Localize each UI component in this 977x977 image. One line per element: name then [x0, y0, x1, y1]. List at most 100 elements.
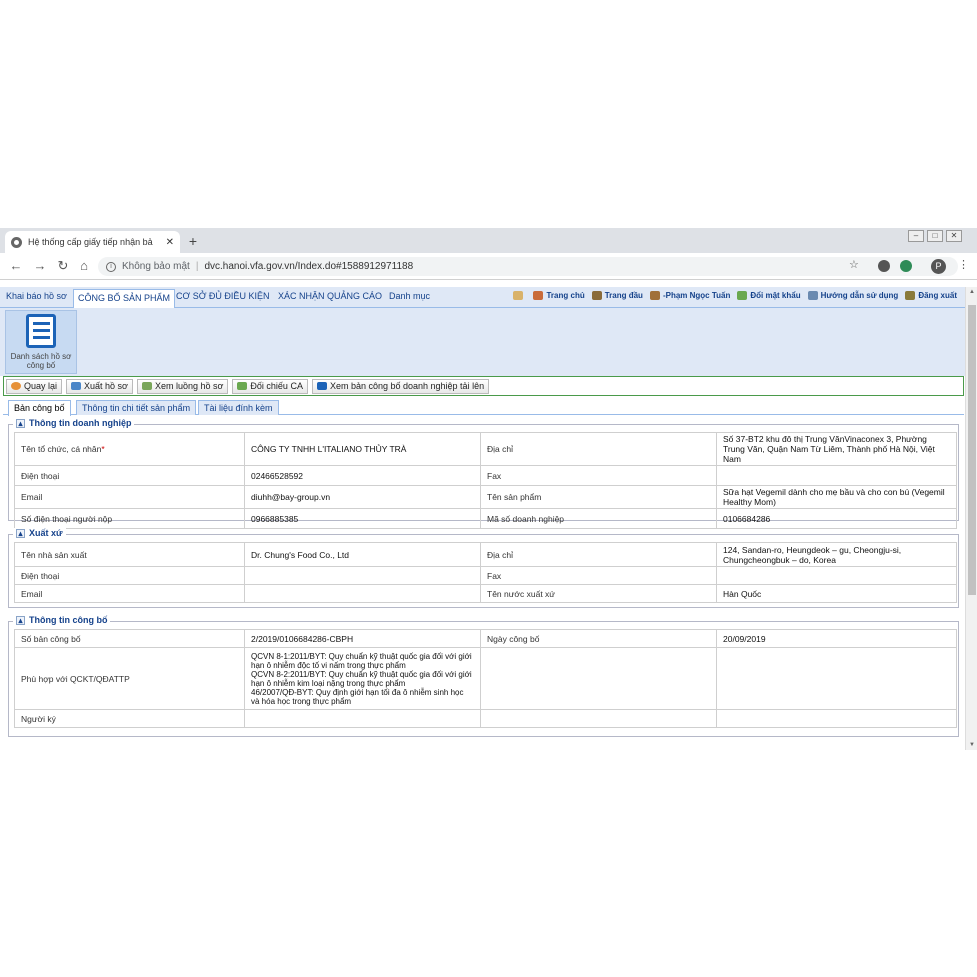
field-value — [716, 647, 957, 710]
table-row: Phù hợp với QCKT/QĐATTP QCVN 8-1:2011/BY… — [14, 647, 957, 710]
url-input[interactable]: i Không bảo mật | dvc.hanoi.vfa.gov.vn/I… — [98, 257, 958, 276]
scrollbar-thumb[interactable] — [968, 305, 976, 595]
scroll-up-icon[interactable]: ▲ — [966, 287, 977, 297]
field-value: 20/09/2019 — [716, 629, 957, 648]
content-area: ▴ Thông tin doanh nghiệp Tên tổ chức, cá… — [0, 416, 965, 750]
tab-khai-bao-ho-so[interactable]: Khai báo hồ sơ — [6, 291, 67, 301]
back-button-label: Quay lại — [24, 381, 58, 391]
nav-huong-dan[interactable]: Hướng dẫn sử dụng — [807, 291, 898, 300]
address-separator: | — [195, 261, 199, 272]
table-row: Tên nhà sản xuất Dr. Chung's Food Co., L… — [14, 542, 957, 567]
collapse-icon[interactable]: ▴ — [16, 418, 25, 428]
minimize-icon[interactable]: – — [908, 230, 924, 242]
tab-danh-muc[interactable]: Danh mục — [389, 291, 430, 301]
field-value: QCVN 8-1:2011/BYT: Quy chuẩn kỹ thuật qu… — [244, 647, 481, 710]
field-label — [480, 709, 717, 728]
field-label: Địa chỉ — [480, 432, 717, 466]
star-icon[interactable]: ☆ — [849, 258, 859, 271]
back-arrow-icon[interactable]: ← — [8, 258, 24, 274]
collapse-icon[interactable]: ▴ — [16, 615, 25, 625]
tab-ban-cong-bo[interactable]: Bản công bố — [8, 400, 71, 416]
new-tab-button[interactable]: + — [184, 233, 202, 251]
field-label: Email — [14, 584, 245, 603]
view-flow-button[interactable]: Xem luồng hồ sơ — [136, 378, 229, 394]
field-label: Người ký — [14, 709, 245, 728]
table-row: Email Tên nước xuất xứ Hàn Quốc — [14, 584, 957, 603]
extension-icon[interactable] — [878, 260, 890, 272]
field-value: Sữa hạt Vegemil dành cho mẹ bầu và cho c… — [716, 485, 957, 509]
field-label: Điện thoại — [14, 566, 245, 585]
table-row: Điện thoại Fax — [14, 566, 957, 585]
compare-ca-button-label: Đối chiếu CA — [250, 381, 303, 391]
tab-tai-lieu-dinh-kem[interactable]: Tài liệu đính kèm — [198, 400, 279, 415]
menu-icon[interactable]: ⋮ — [958, 258, 969, 271]
browser-tab-title: Hệ thống cấp giấy tiếp nhận bả — [28, 237, 153, 247]
nav-user[interactable]: -Phạm Ngọc Tuấn — [649, 291, 730, 300]
section-business-title: Thông tin doanh nghiệp — [29, 418, 132, 428]
field-label: Tên tổ chức, cá nhân* — [14, 432, 245, 466]
export-button[interactable]: Xuất hồ sơ — [66, 378, 133, 394]
collapse-icon[interactable]: ▴ — [16, 528, 25, 538]
nav-dang-xuat-label: Đăng xuất — [918, 291, 957, 300]
tab-xac-nhan-quang-cao[interactable]: XÁC NHẬN QUẢNG CÁO — [278, 291, 382, 301]
danh-sach-ho-so-label: Danh sách hồ sơ công bố — [10, 352, 72, 370]
nav-dang-xuat[interactable]: Đăng xuất — [905, 291, 957, 300]
user-navigation: Trang chủ Trang đầu -Phạm Ngọc Tuấn Đổi … — [513, 291, 957, 300]
nav-trang-dau-label: Trang đầu — [604, 291, 643, 300]
scroll-down-icon[interactable]: ▼ — [966, 740, 977, 750]
nav-doi-mat-khau[interactable]: Đổi mật khẩu — [737, 291, 801, 300]
field-label: Địa chỉ — [480, 542, 717, 567]
home-icon[interactable]: ⌂ — [76, 258, 92, 274]
field-label: Tên sản phẩm — [480, 485, 717, 509]
avatar[interactable]: P — [931, 259, 946, 274]
field-label: Fax — [480, 566, 717, 585]
field-value: 2/2019/0106684286-CBPH — [244, 629, 481, 648]
nav-trang-dau[interactable]: Trang đầu — [591, 291, 643, 300]
compare-ca-button[interactable]: Đối chiếu CA — [232, 378, 308, 394]
tab-co-so-du-dieu-kien[interactable]: CƠ SỞ ĐỦ ĐIỀU KIỆN — [176, 291, 269, 301]
field-value: CÔNG TY TNHH L'ITALIANO THỦY TRÀ — [244, 432, 481, 466]
globe-icon — [11, 236, 22, 248]
field-value — [244, 584, 481, 603]
close-window-icon[interactable]: ✕ — [946, 230, 962, 242]
nav-trang-chu[interactable]: Trang chủ — [533, 291, 585, 300]
business-table: Tên tổ chức, cá nhân* CÔNG TY TNHH L'ITA… — [14, 432, 957, 529]
browser-tab[interactable]: Hệ thống cấp giấy tiếp nhận bả ✕ — [5, 231, 180, 253]
section-publication-title: Thông tin công bố — [29, 615, 108, 625]
view-uploaded-button-label: Xem bản công bố doanh nghiệp tải lên — [329, 381, 485, 391]
field-label: Điện thoại — [14, 465, 245, 486]
forward-arrow-icon[interactable]: → — [32, 258, 48, 274]
flow-icon — [141, 382, 152, 390]
tab-cong-bo-san-pham[interactable]: CÔNG BỐ SẢN PHẨM — [73, 289, 176, 308]
tab-close-icon[interactable]: ✕ — [166, 237, 174, 248]
info-icon[interactable]: i — [106, 261, 116, 272]
document-list-icon — [26, 314, 56, 348]
field-label: Mã số doanh nghiệp — [480, 508, 717, 529]
field-value: 0966885385 — [244, 508, 481, 529]
field-value: 02466528592 — [244, 465, 481, 486]
home-icon — [533, 291, 544, 300]
field-label: Tên nhà sản xuất — [14, 542, 245, 567]
browser-tabbar: Hệ thống cấp giấy tiếp nhận bả ✕ + – □ ✕ — [0, 228, 977, 253]
field-label: Số điện thoại người nộp — [14, 508, 245, 529]
view-uploaded-button[interactable]: Xem bản công bố doanh nghiệp tải lên — [311, 378, 490, 394]
table-row: Số bản công bố 2/2019/0106684286-CBPH Ng… — [14, 629, 957, 648]
section-publication-header: ▴ Thông tin công bố — [13, 615, 111, 625]
table-row: Số điện thoại người nộp 0966885385 Mã số… — [14, 508, 957, 529]
browser-window: Hệ thống cấp giấy tiếp nhận bả ✕ + – □ ✕… — [0, 228, 977, 750]
vertical-scrollbar[interactable]: ▲ ▼ — [965, 287, 977, 750]
app-navigation: Khai báo hồ sơ CÔNG BỐ SẢN PHẨM CƠ SỞ ĐỦ… — [0, 287, 965, 308]
restore-icon[interactable]: □ — [927, 230, 943, 242]
field-value: Số 37-BT2 khu đô thị Trung VănVinaconex … — [716, 432, 957, 466]
nav-trang-chu-label: Trang chủ — [546, 291, 585, 300]
pages-icon — [591, 291, 602, 300]
key-icon — [737, 291, 748, 300]
danh-sach-ho-so-button[interactable]: Danh sách hồ sơ công bố — [5, 310, 77, 374]
tab-thong-tin-chi-tiet[interactable]: Thông tin chi tiết sản phẩm — [76, 400, 197, 415]
shield-icon[interactable] — [900, 260, 912, 272]
field-value — [244, 709, 481, 728]
compare-icon — [237, 382, 248, 390]
reload-icon[interactable]: ↻ — [55, 258, 71, 274]
back-button[interactable]: Quay lại — [6, 378, 63, 394]
section-business: ▴ Thông tin doanh nghiệp Tên tổ chức, cá… — [8, 418, 959, 529]
